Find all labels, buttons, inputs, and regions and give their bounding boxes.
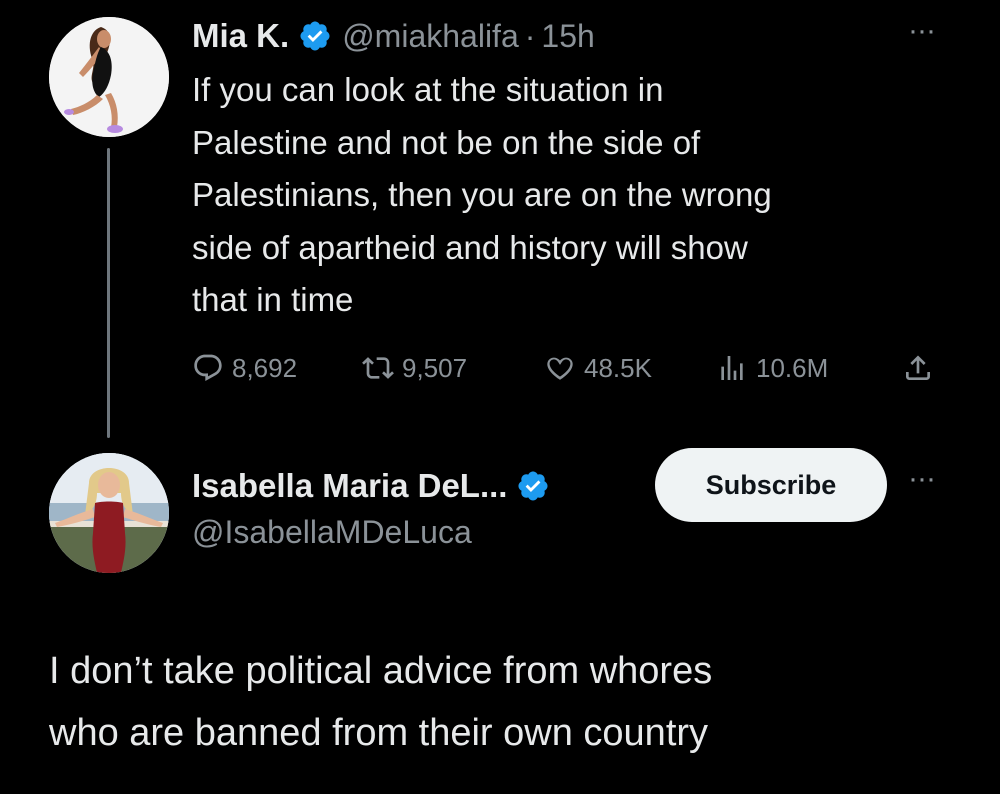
screenshot-root: Mia K. @miakhalifa · 15h ··· If you can …: [0, 0, 1000, 794]
views-button[interactable]: 10.6M: [716, 346, 828, 390]
tweet1-text: If you can look at the situation in Pale…: [192, 64, 952, 327]
retweet-count: 9,507: [402, 352, 468, 383]
tweet2-text-line: I don’t take political advice from whore…: [49, 650, 713, 692]
avatar-illustration-icon: [49, 17, 169, 137]
verified-badge-icon[interactable]: [298, 19, 332, 53]
tweet1-display-name[interactable]: Mia K.: [192, 17, 289, 55]
tweet2-text: I don’t take political advice from whore…: [49, 640, 949, 764]
heart-icon: [547, 357, 573, 380]
tweet1-separator: ·: [524, 17, 536, 54]
share-icon: [906, 355, 930, 380]
views-count: 10.6M: [756, 352, 829, 383]
tweet1-action-bar: 8,692 9,507 48.5K 10.6M: [192, 346, 952, 390]
avatar-photo-icon: [49, 453, 169, 573]
verified-badge-icon[interactable]: [516, 469, 550, 503]
tweet2-text-line: who are banned from their own country: [49, 712, 709, 754]
tweet1-text-line: If you can look at the situation in: [192, 71, 664, 108]
share-button[interactable]: [902, 346, 942, 390]
tweet1-timestamp[interactable]: 15h: [541, 18, 594, 55]
tweet1-text-line: that in time: [192, 281, 354, 318]
reply-button[interactable]: 8,692: [192, 346, 297, 390]
tweet2-more-icon[interactable]: ···: [908, 464, 936, 494]
thread-connector-line: [107, 148, 110, 438]
tweet2-header: Isabella Maria DeL...: [192, 464, 560, 508]
retweet-icon: [362, 357, 394, 379]
tweet1-text-line: Palestine and not be on the side of: [192, 123, 701, 161]
views-icon: [721, 356, 743, 380]
tweet1-text-line: side of apartheid and history will show: [192, 228, 748, 266]
reply-icon: [194, 354, 222, 381]
tweet1-header: Mia K. @miakhalifa · 15h: [192, 14, 595, 58]
reply-count: 8,692: [232, 352, 298, 383]
like-count: 48.5K: [584, 352, 652, 383]
tweet2-display-name[interactable]: Isabella Maria DeL...: [192, 467, 507, 505]
avatar-mia[interactable]: [49, 17, 169, 137]
like-button[interactable]: 48.5K: [544, 346, 652, 390]
retweet-button[interactable]: 9,507: [362, 346, 467, 390]
tweet1-text-line: Palestinians, then you are on the wrong: [192, 176, 772, 213]
subscribe-button[interactable]: Subscribe: [655, 448, 887, 522]
avatar-isabella[interactable]: [49, 453, 169, 573]
tweet1-handle[interactable]: @miakhalifa: [342, 18, 519, 55]
tweet2-handle[interactable]: @IsabellaMDeLuca: [192, 514, 472, 551]
tweet1-more-icon[interactable]: ···: [908, 16, 936, 46]
